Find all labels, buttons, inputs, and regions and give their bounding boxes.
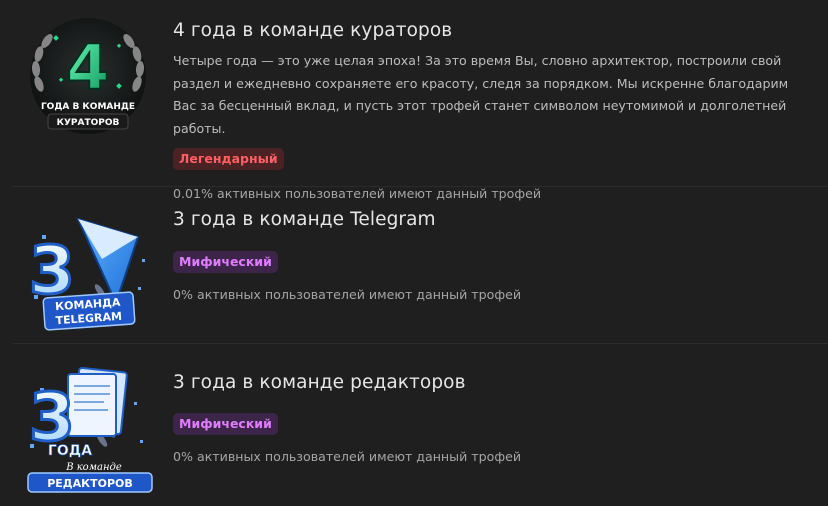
trophy-item: 4 ГОДА В КОМАНДЕ КУРАТОРОВ 4 года в кома… — [0, 0, 828, 201]
svg-text:КУРАТОРОВ: КУРАТОРОВ — [57, 118, 120, 128]
svg-text:В команде: В команде — [65, 462, 122, 473]
rarity-badge: Мифический — [173, 251, 278, 273]
trophy-info: 4 года в команде кураторов Четыре года —… — [173, 19, 816, 202]
rarity-badge: Мифический — [173, 413, 278, 435]
rarity-badge: Легендарный — [173, 148, 284, 170]
trophy-info: 3 года в команде Telegram Мифический 0% … — [173, 208, 816, 303]
trophy-editors-3-years-icon: 3 ГОДА В команде РЕДАКТОРОВ — [27, 366, 153, 493]
trophy-curators-4-years-icon: 4 ГОДА В КОМАНДЕ КУРАТОРОВ — [30, 18, 146, 134]
trophy-description: Четыре года — это уже целая эпоха! За эт… — [173, 53, 789, 136]
trophy-item: 3 ГОДА В команде РЕДАКТОРОВ 3 года в ком… — [0, 344, 828, 506]
svg-text:ГОДА: ГОДА — [48, 443, 92, 459]
trophy-title: 4 года в команде кураторов — [173, 20, 453, 41]
svg-text:РЕДАКТОРОВ: РЕДАКТОРОВ — [47, 477, 133, 490]
trophy-info: 3 года в команде редакторов Мифический 0… — [173, 371, 816, 465]
trophy-title: 3 года в команде Telegram — [173, 209, 436, 230]
trophy-ownership-stat: 0% активных пользователей имеют данный т… — [173, 287, 522, 302]
trophy-telegram-3-years-icon: 3 КОМАНДА TELEGRAM — [28, 217, 145, 331]
trophy-item: 3 КОМАНДА TELEGRAM 3 года в команде Tele… — [0, 187, 828, 344]
svg-text:4: 4 — [66, 31, 109, 104]
trophy-title: 3 года в команде редакторов — [173, 372, 466, 393]
svg-text:ГОДА В КОМАНДЕ: ГОДА В КОМАНДЕ — [41, 102, 135, 112]
trophy-list: 4 ГОДА В КОМАНДЕ КУРАТОРОВ 4 года в кома… — [0, 0, 828, 506]
trophy-ownership-stat: 0% активных пользователей имеют данный т… — [173, 449, 522, 464]
